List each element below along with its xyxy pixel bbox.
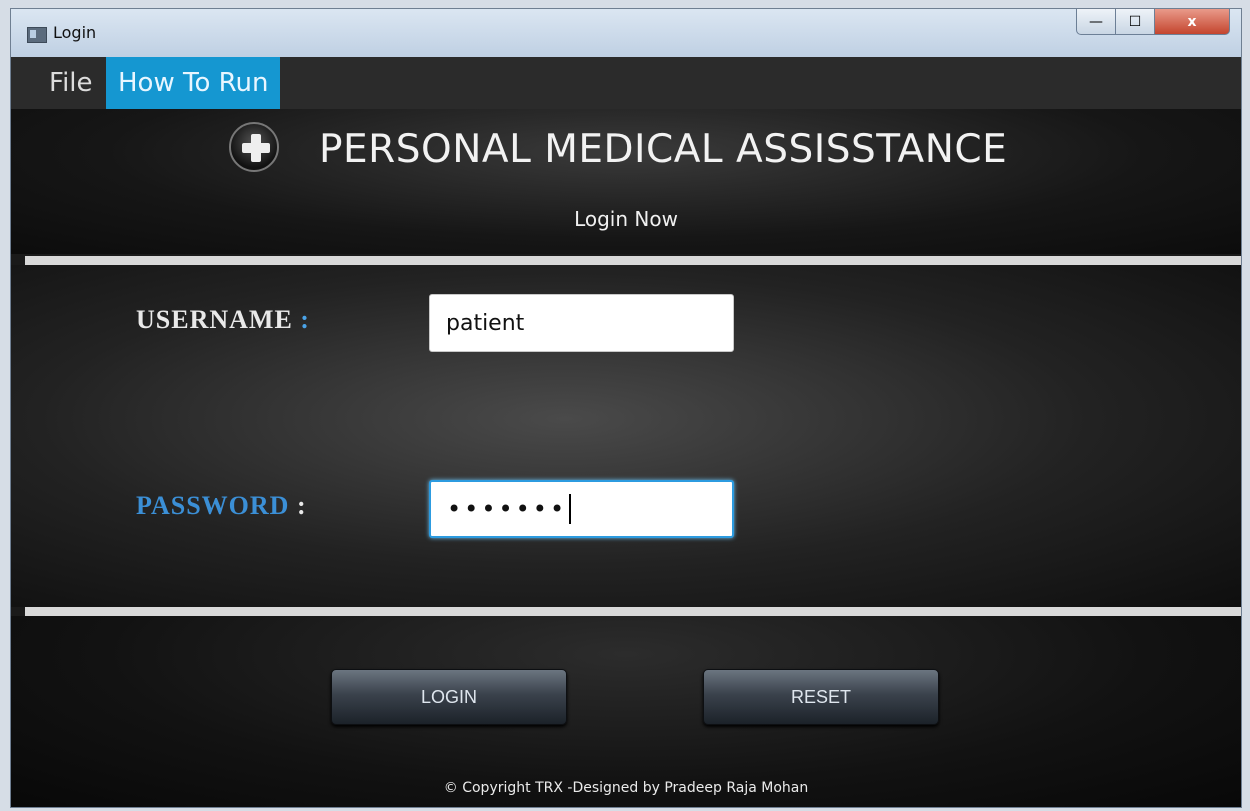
login-form: USERNAME : patient PASSWORD : ••••••• bbox=[11, 265, 1241, 607]
window-title: Login bbox=[53, 23, 97, 42]
divider-top bbox=[25, 256, 1241, 265]
header-banner: PERSONAL MEDICAL ASSISSTANCE Login Now bbox=[11, 109, 1241, 254]
login-subtitle: Login Now bbox=[574, 207, 678, 231]
title-bar[interactable]: Login — ☐ x bbox=[11, 9, 1241, 58]
username-label-text: USERNAME bbox=[136, 305, 293, 334]
reset-button[interactable]: RESET bbox=[703, 669, 939, 725]
copyright-text: © Copyright TRX -Designed by Pradeep Raj… bbox=[443, 780, 809, 796]
username-value: patient bbox=[446, 310, 525, 336]
password-label-colon: : bbox=[296, 491, 307, 520]
text-caret bbox=[569, 494, 572, 524]
password-label: PASSWORD : bbox=[136, 491, 307, 521]
login-button[interactable]: LOGIN bbox=[331, 669, 567, 725]
app-title: PERSONAL MEDICAL ASSISSTANCE bbox=[319, 127, 1008, 172]
actions-area: LOGIN RESET © Copyright TRX -Designed by… bbox=[11, 616, 1241, 807]
maximize-button[interactable]: ☐ bbox=[1115, 9, 1155, 35]
password-masked-value: ••••••• bbox=[447, 495, 568, 523]
username-label: USERNAME : bbox=[136, 305, 310, 335]
medical-cross-icon bbox=[229, 122, 279, 172]
username-input[interactable]: patient bbox=[429, 294, 734, 352]
menu-file[interactable]: File bbox=[37, 57, 105, 109]
app-window-icon bbox=[27, 27, 47, 43]
close-button[interactable]: x bbox=[1154, 9, 1230, 35]
password-input[interactable]: ••••••• bbox=[429, 480, 734, 538]
login-window: Login — ☐ x File How To Run PERSONAL MED… bbox=[10, 8, 1242, 808]
password-label-text: PASSWORD bbox=[136, 491, 290, 520]
minimize-button[interactable]: — bbox=[1076, 9, 1116, 35]
username-label-colon: : bbox=[300, 305, 310, 334]
menu-how-to-run[interactable]: How To Run bbox=[106, 57, 281, 109]
divider-bottom bbox=[25, 607, 1241, 616]
menu-bar: File How To Run bbox=[11, 57, 1241, 109]
